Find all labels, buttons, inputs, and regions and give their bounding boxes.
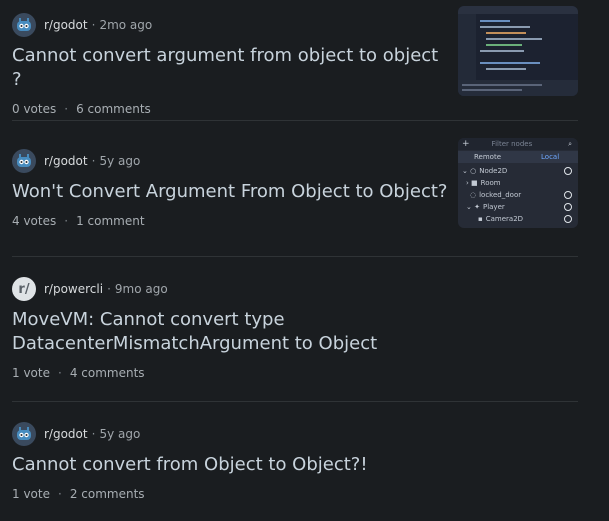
node-label: Camera2D [485,215,524,223]
node-square-icon: › ■ [466,179,478,187]
post-title[interactable]: Cannot convert argument from object to o… [12,44,452,92]
post-stats: 1 vote · 2 comments [12,487,578,501]
post-meta: r/godot · 5y ago [12,421,578,447]
visibility-eye-icon [564,191,572,199]
meta-separator: · [107,282,111,296]
code-editor-screenshot [458,6,578,96]
node-player-icon: ⌄ ✦ [466,203,480,211]
godot-robot-icon [17,427,31,440]
post-meta: r/ r/powercli · 9mo ago [12,276,578,302]
search-icon: ⌕ [568,139,572,148]
node-circle-icon: ⌄ ○ [462,167,477,175]
add-node-icon: + [462,139,470,149]
vote-count: 1 vote [12,487,50,501]
meta-separator: · [91,427,96,441]
tab-remote: Remote [474,153,502,161]
godot-robot-icon [17,18,31,31]
subreddit-avatar[interactable] [12,13,36,37]
subreddit-name[interactable]: r/godot [44,18,88,32]
subreddit-name[interactable]: r/powercli [44,282,103,296]
vote-count: 1 vote [12,366,50,380]
scene-node-row: ▪ Camera2D [458,213,578,225]
meta-separator: · [91,18,96,32]
visibility-eye-icon [564,215,572,223]
comment-count[interactable]: 4 comments [70,366,145,380]
node-label: Node2D [479,167,508,175]
post-stats: 1 vote · 4 comments [12,366,578,380]
node-label: locked_door [479,191,522,199]
post-divider [12,256,578,257]
godot-robot-icon [17,154,31,167]
tab-local: Local [541,153,560,161]
comment-count[interactable]: 6 comments [76,102,151,116]
post-age: 5y ago [99,154,141,168]
scene-tabs: Remote Local [458,151,578,163]
visibility-eye-icon [564,203,572,211]
stats-separator: · [64,102,69,116]
post-card[interactable]: r/ r/powercli · 9mo ago MoveVM: Cannot c… [12,276,578,380]
post-card[interactable]: r/godot · 5y ago Cannot convert from Obj… [12,421,578,501]
post-title[interactable]: MoveVM: Cannot convert type DatacenterMi… [12,308,552,356]
comment-count[interactable]: 1 comment [76,214,144,228]
filter-nodes-placeholder: Filter nodes [491,140,533,148]
comment-count[interactable]: 2 comments [70,487,145,501]
node-door-icon: ◌ [470,191,477,199]
meta-separator: · [91,154,96,168]
post-thumbnail[interactable]: + Filter nodes ⌕ Remote Local ⌄ ○ Node2D… [458,138,578,228]
node-label: Player [482,203,505,211]
node-camera-icon: ▪ [478,215,483,223]
scene-node-row: ◌ locked_door [458,189,578,201]
post-card[interactable]: r/godot · 5y ago Won't Convert Argument … [12,138,578,228]
post-age: 5y ago [99,427,141,441]
post-card[interactable]: r/godot · 2mo ago Cannot convert argumen… [12,6,578,116]
stats-separator: · [57,366,62,380]
post-title[interactable]: Won't Convert Argument From Object to Ob… [12,180,452,204]
node-label: Room [480,179,501,187]
stats-separator: · [64,214,69,228]
vote-count: 0 votes [12,102,57,116]
post-divider [12,401,578,402]
subreddit-avatar[interactable] [12,149,36,173]
post-stats: 0 votes · 6 comments [12,102,578,116]
subreddit-name[interactable]: r/godot [44,427,88,441]
subreddit-default-icon: r/ [18,281,30,297]
scene-node-row: › ■ Room [458,177,578,189]
stats-separator: · [57,487,62,501]
post-divider [12,120,578,121]
scene-toolbar: + Filter nodes ⌕ [458,138,578,150]
post-thumbnail[interactable] [458,6,578,96]
post-age: 9mo ago [114,282,168,296]
subreddit-avatar[interactable] [12,422,36,446]
visibility-eye-icon [564,167,572,175]
scene-node-row: ⌄ ✦ Player [458,201,578,213]
scene-node-row: ⌄ ○ Node2D [458,165,578,177]
subreddit-avatar[interactable]: r/ [12,277,36,301]
vote-count: 4 votes [12,214,57,228]
post-title[interactable]: Cannot convert from Object to Object?! [12,453,452,477]
search-results-feed: r/godot · 2mo ago Cannot convert argumen… [0,0,609,521]
subreddit-name[interactable]: r/godot [44,154,88,168]
post-age: 2mo ago [99,18,153,32]
